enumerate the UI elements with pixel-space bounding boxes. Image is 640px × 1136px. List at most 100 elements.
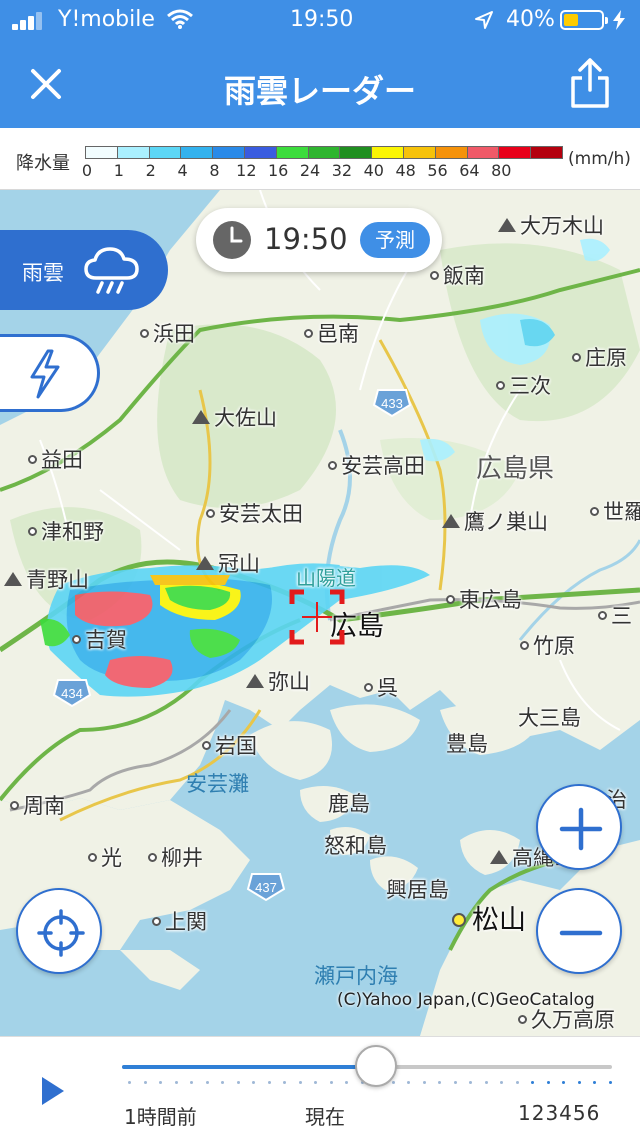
place-label: 浜田 [140, 318, 195, 348]
carrier-name: Y!mobile [58, 7, 155, 32]
place-label: 益田 [28, 444, 83, 474]
place-label: 大佐山 [192, 402, 277, 432]
time-step-dot [484, 1081, 488, 1084]
place-name: 大三島 [518, 706, 581, 730]
legend-swatch [435, 147, 468, 158]
time-step-dot [174, 1081, 178, 1084]
town-dot-icon [518, 1015, 527, 1024]
time-slider-thumb[interactable] [355, 1045, 397, 1087]
current-location-button[interactable] [16, 888, 102, 974]
town-dot-icon [304, 329, 313, 338]
town-dot-icon [28, 527, 37, 536]
radar-time: 19:50 [264, 222, 348, 256]
place-name: 東広島 [459, 588, 522, 612]
place-name: 青野山 [26, 568, 89, 592]
forecast-badge: 予測 [360, 222, 430, 258]
legend-swatch [149, 147, 182, 158]
svg-text:434: 434 [61, 686, 83, 701]
time-step-dot [453, 1081, 457, 1084]
legend-tick-label: 12 [236, 161, 257, 180]
legend-tick-label: 16 [268, 161, 289, 180]
time-step-dot [500, 1081, 503, 1084]
legend-swatch [244, 147, 277, 158]
time-step-dot [438, 1081, 441, 1084]
battery-level-fill [564, 14, 579, 26]
plus-icon [559, 807, 603, 851]
legend-tick-label: 32 [331, 161, 353, 180]
place-name: 光 [101, 846, 122, 870]
time-step-dot [345, 1081, 348, 1084]
place-label: 上関 [152, 906, 207, 936]
rain-cloud-layer-button[interactable]: 雨雲 [0, 230, 168, 310]
time-step-dot [407, 1081, 410, 1084]
place-name: 興居島 [386, 878, 449, 902]
town-dot-icon [598, 611, 607, 620]
crosshair-marker-icon [289, 589, 345, 645]
play-button[interactable] [30, 1069, 74, 1113]
wifi-icon [167, 9, 193, 29]
town-dot-icon [28, 455, 37, 464]
mountain-icon [196, 556, 214, 570]
time-step-dot [562, 1081, 565, 1084]
place-label: 瀬戸内海 [314, 960, 398, 990]
legend-swatch [531, 147, 562, 158]
rain-cloud-icon [84, 247, 139, 294]
time-step-dot [593, 1081, 596, 1084]
place-name: 三 [611, 604, 632, 628]
label-forecast-hours: 123456 [518, 1101, 601, 1125]
place-name: 大佐山 [214, 406, 277, 430]
road-shield-437: 437 [246, 873, 286, 902]
place-label: 岩国 [202, 730, 257, 760]
town-dot-icon [328, 461, 337, 470]
town-dot-icon [148, 853, 157, 862]
legend-swatch [117, 147, 150, 158]
place-name: 鹿島 [328, 792, 370, 816]
legend-tick-label: 80 [491, 161, 512, 180]
time-step-dot [267, 1081, 271, 1084]
town-dot-icon [152, 917, 161, 926]
legend-tick-label: 48 [395, 161, 416, 180]
place-name: 冠山 [218, 552, 260, 576]
radar-map[interactable]: 433 434 437 大万木山 飯南 浜田 邑南 庄原 三次 大佐山 益田 安芸高田 広島県 安芸… [0, 190, 640, 1036]
place-name: 浜田 [153, 322, 195, 346]
place-label: 山陽道 [296, 562, 356, 591]
time-step-dot [205, 1081, 209, 1084]
place-label: 弥山 [246, 666, 310, 696]
mountain-icon [490, 850, 508, 864]
legend-tick-label: 0 [81, 161, 93, 180]
town-dot-icon [520, 641, 529, 650]
time-indicator: 19:50 予測 [196, 208, 442, 272]
close-button[interactable] [16, 54, 76, 114]
place-label: 興居島 [386, 874, 449, 904]
place-label: 三次 [496, 370, 551, 400]
rain-cloud-layer-label: 雨雲 [22, 261, 64, 285]
place-label: 周南 [10, 790, 65, 820]
label-one-hour-before: 1時間前 [124, 1105, 197, 1129]
place-label: 東広島 [446, 584, 522, 614]
time-step-dot [546, 1081, 550, 1084]
place-name: 怒和島 [324, 834, 387, 858]
zoom-in-button[interactable] [536, 784, 622, 870]
time-step-dot [469, 1081, 472, 1084]
mountain-icon [498, 218, 516, 232]
zoom-out-button[interactable] [536, 888, 622, 974]
mountain-icon [192, 410, 210, 424]
place-name: 安芸高田 [341, 454, 425, 478]
time-slider-fill [122, 1065, 377, 1069]
place-name: 柳井 [161, 846, 203, 870]
place-label: 安芸高田 [328, 450, 425, 480]
close-icon [31, 69, 61, 99]
signal-icon [12, 12, 48, 30]
share-button[interactable] [560, 52, 620, 114]
lightning-layer-button[interactable] [0, 334, 100, 412]
legend-color-scale [85, 146, 563, 159]
town-dot-icon [206, 509, 215, 518]
place-name: 邑南 [317, 322, 359, 346]
lightning-bolt-icon [30, 349, 60, 399]
place-label: 豊島 [446, 728, 488, 758]
mountain-icon [246, 674, 264, 688]
time-step-dot [314, 1081, 317, 1084]
place-label: 吉賀 [72, 624, 127, 654]
play-icon [42, 1077, 64, 1105]
place-name: 豊島 [446, 732, 488, 756]
